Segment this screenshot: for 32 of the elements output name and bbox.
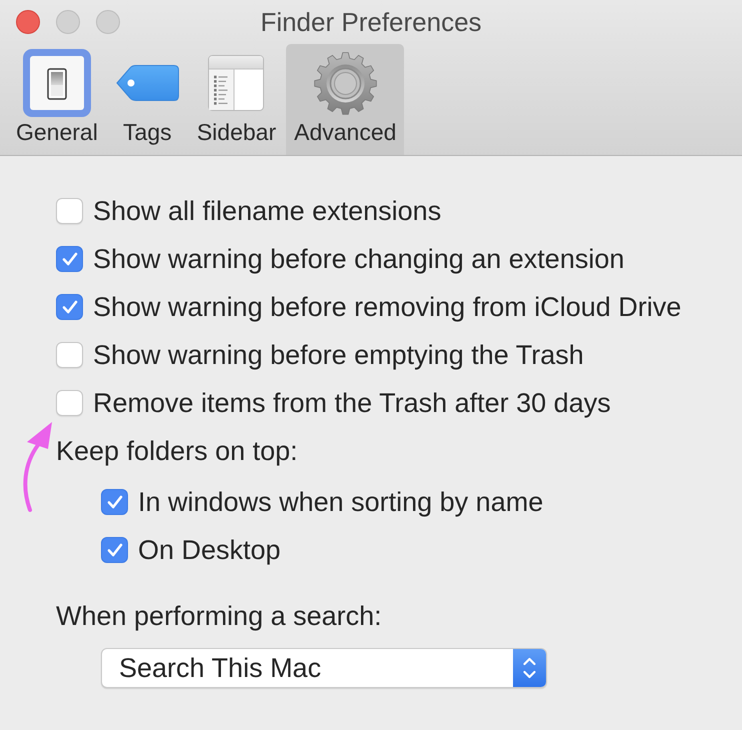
close-button[interactable] xyxy=(16,10,40,34)
checkbox[interactable] xyxy=(101,489,128,515)
checkbox-label: Show warning before removing from iCloud Drive xyxy=(93,291,682,323)
toolbar-tab[interactable]: Sidebar xyxy=(188,44,284,155)
checkbox[interactable] xyxy=(101,537,128,563)
checkbox-label: Show warning before changing an extension xyxy=(93,243,624,275)
checkbox-label: Show all filename extensions xyxy=(93,195,442,227)
checkbox-label: On Desktop xyxy=(138,534,281,566)
checkmark-icon xyxy=(106,543,122,557)
section-label: Keep folders on top: xyxy=(56,435,298,467)
checkbox[interactable] xyxy=(56,294,83,320)
search-scope-popup[interactable]: Search This Mac xyxy=(101,648,547,688)
checkmark-icon xyxy=(62,252,78,266)
checkbox[interactable] xyxy=(56,390,83,416)
checkbox[interactable] xyxy=(56,342,83,368)
light-switch-icon xyxy=(22,49,91,117)
checkmark-icon xyxy=(106,495,122,509)
checkbox[interactable] xyxy=(56,198,83,224)
checkbox-label: Show warning before emptying the Trash xyxy=(93,339,584,371)
toolbar-tab[interactable]: General xyxy=(8,44,106,155)
stepper-arrows-icon xyxy=(513,649,546,687)
checkmark-icon xyxy=(62,300,78,314)
section-label: When performing a search: xyxy=(56,600,382,632)
window-title: Finder Preferences xyxy=(260,7,482,37)
gear-icon xyxy=(314,52,377,114)
checkbox-label: Remove items from the Trash after 30 days xyxy=(93,387,611,419)
checkbox[interactable] xyxy=(56,246,83,272)
window-sidebar-icon xyxy=(208,55,264,111)
checkbox-label: In windows when sorting by name xyxy=(138,486,544,518)
toolbar-tab[interactable]: Tags xyxy=(108,44,187,155)
tag-icon xyxy=(116,65,179,101)
toolbar-tab[interactable]: Advanced xyxy=(286,44,404,155)
